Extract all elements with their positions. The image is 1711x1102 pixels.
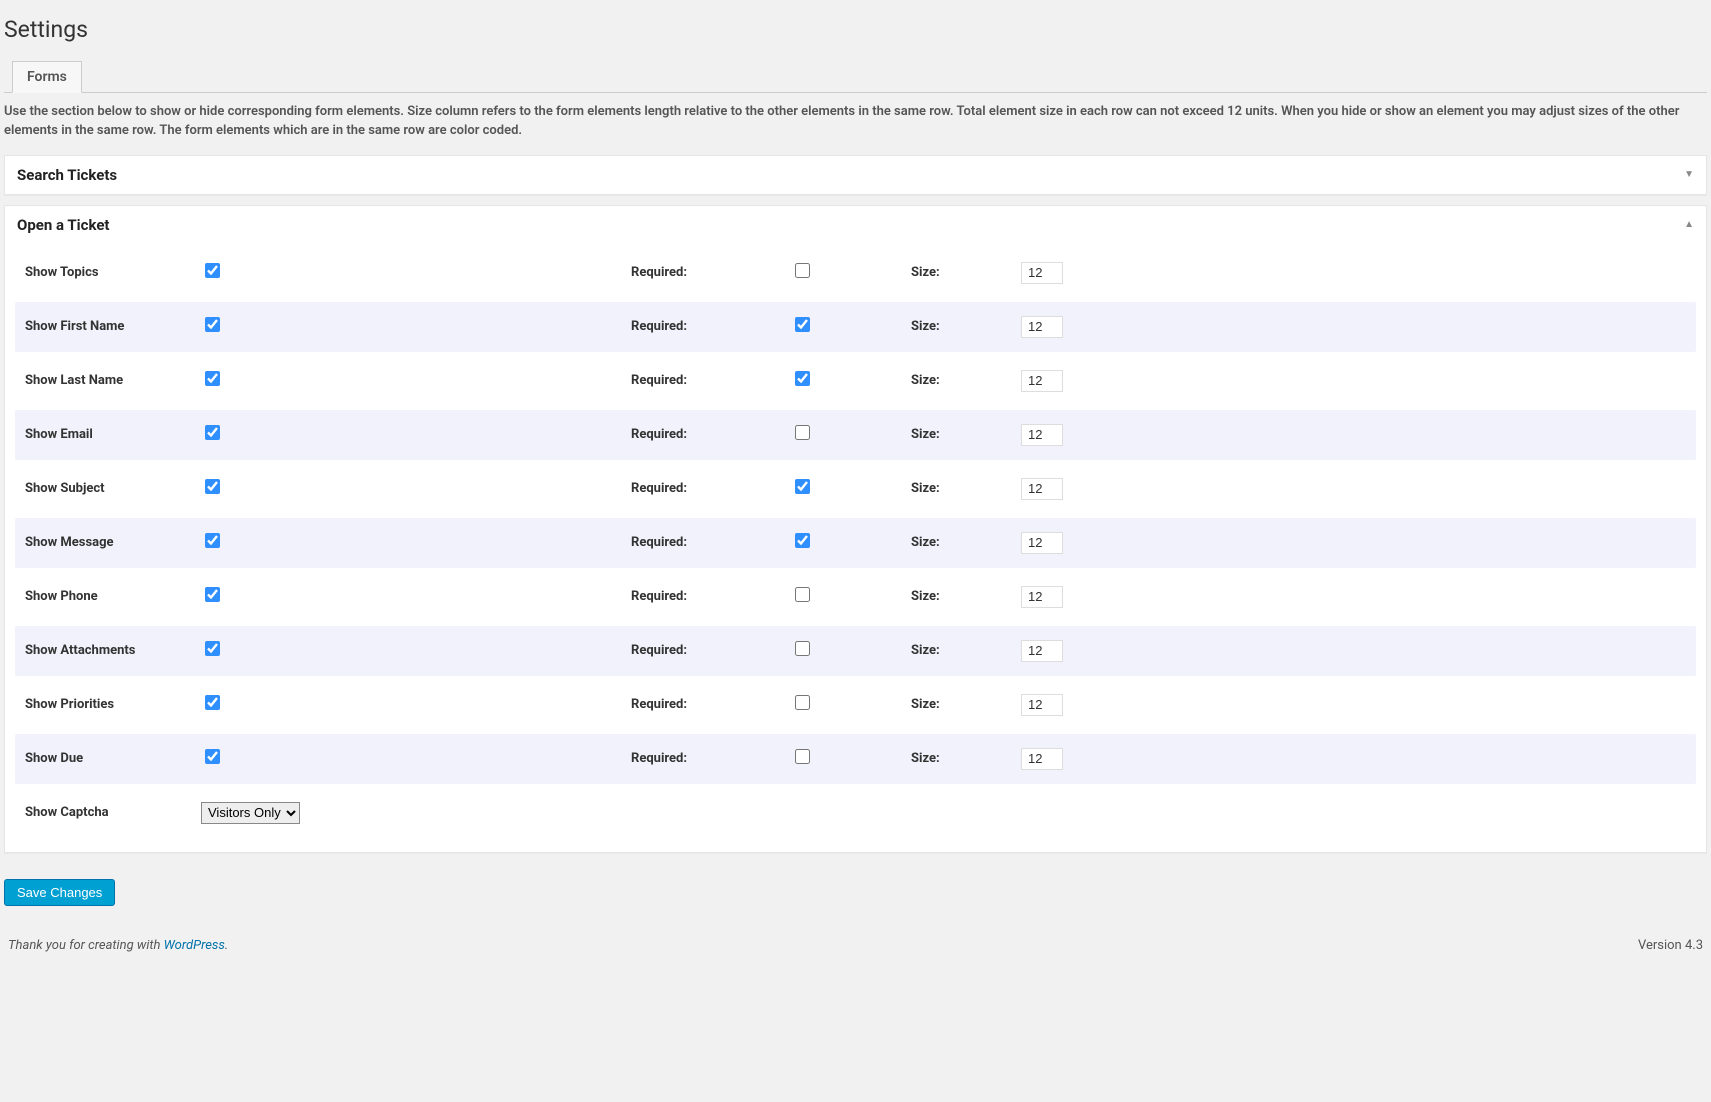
field-label-captcha: Show Captcha <box>21 805 201 820</box>
section-search-tickets-toggle[interactable]: Search Tickets ▼ <box>5 156 1706 194</box>
size-label: Size: <box>911 589 1021 604</box>
footer-version: Version 4.3 <box>1638 938 1703 953</box>
required-checkbox-email[interactable] <box>795 425 810 440</box>
size-input-attachments[interactable] <box>1021 640 1063 662</box>
size-input-topics[interactable] <box>1021 262 1063 284</box>
show-checkbox-phone[interactable] <box>205 587 220 602</box>
field-label-first-name: Show First Name <box>21 319 201 334</box>
required-checkbox-last-name[interactable] <box>795 371 810 386</box>
show-checkbox-first-name[interactable] <box>205 317 220 332</box>
form-row-priorities: Show Priorities Required: Size: <box>15 680 1696 730</box>
footer-thanks-suffix: . <box>225 938 228 953</box>
field-label-subject: Show Subject <box>21 481 201 496</box>
required-checkbox-message[interactable] <box>795 533 810 548</box>
show-checkbox-attachments[interactable] <box>205 641 220 656</box>
chevron-up-icon: ▲ <box>1672 219 1706 230</box>
section-open-ticket-toggle[interactable]: Open a Ticket ▲ <box>5 206 1706 244</box>
required-label: Required: <box>631 697 791 712</box>
required-label: Required: <box>631 373 791 388</box>
section-open-ticket-title: Open a Ticket <box>5 206 122 244</box>
size-label: Size: <box>911 535 1021 550</box>
required-label: Required: <box>631 589 791 604</box>
required-checkbox-first-name[interactable] <box>795 317 810 332</box>
form-row-phone: Show Phone Required: Size: <box>15 572 1696 622</box>
field-label-message: Show Message <box>21 535 201 550</box>
save-button[interactable]: Save Changes <box>4 879 115 906</box>
footer-thanks-prefix: Thank you for creating with <box>8 938 164 953</box>
admin-footer: Thank you for creating with WordPress. V… <box>4 916 1707 965</box>
form-row-email: Show Email Required: Size: <box>15 410 1696 460</box>
chevron-down-icon: ▼ <box>1672 169 1706 180</box>
section-search-tickets: Search Tickets ▼ <box>4 155 1707 195</box>
form-row-captcha: Show CaptchaVisitors Only <box>15 788 1696 838</box>
field-label-topics: Show Topics <box>21 265 201 280</box>
size-label: Size: <box>911 373 1021 388</box>
show-checkbox-topics[interactable] <box>205 263 220 278</box>
tab-description: Use the section below to show or hide co… <box>4 103 1707 141</box>
required-label: Required: <box>631 751 791 766</box>
field-label-due: Show Due <box>21 751 201 766</box>
size-input-priorities[interactable] <box>1021 694 1063 716</box>
size-label: Size: <box>911 265 1021 280</box>
form-row-topics: Show Topics Required: Size: <box>15 248 1696 298</box>
size-input-due[interactable] <box>1021 748 1063 770</box>
show-checkbox-priorities[interactable] <box>205 695 220 710</box>
form-row-due: Show Due Required: Size: <box>15 734 1696 784</box>
field-label-phone: Show Phone <box>21 589 201 604</box>
required-checkbox-due[interactable] <box>795 749 810 764</box>
required-checkbox-attachments[interactable] <box>795 641 810 656</box>
field-label-priorities: Show Priorities <box>21 697 201 712</box>
size-label: Size: <box>911 751 1021 766</box>
size-label: Size: <box>911 481 1021 496</box>
required-checkbox-topics[interactable] <box>795 263 810 278</box>
form-row-first-name: Show First Name Required: Size: <box>15 302 1696 352</box>
required-label: Required: <box>631 265 791 280</box>
show-checkbox-subject[interactable] <box>205 479 220 494</box>
tab-forms[interactable]: Forms <box>12 61 82 93</box>
size-label: Size: <box>911 643 1021 658</box>
field-label-email: Show Email <box>21 427 201 442</box>
form-row-message: Show Message Required: Size: <box>15 518 1696 568</box>
size-input-first-name[interactable] <box>1021 316 1063 338</box>
required-label: Required: <box>631 643 791 658</box>
required-label: Required: <box>631 481 791 496</box>
required-checkbox-subject[interactable] <box>795 479 810 494</box>
size-input-subject[interactable] <box>1021 478 1063 500</box>
show-checkbox-email[interactable] <box>205 425 220 440</box>
required-label: Required: <box>631 535 791 550</box>
size-input-message[interactable] <box>1021 532 1063 554</box>
required-label: Required: <box>631 427 791 442</box>
required-checkbox-phone[interactable] <box>795 587 810 602</box>
tab-bar: Forms <box>4 61 1707 93</box>
size-input-last-name[interactable] <box>1021 370 1063 392</box>
form-row-subject: Show Subject Required: Size: <box>15 464 1696 514</box>
show-checkbox-message[interactable] <box>205 533 220 548</box>
required-label: Required: <box>631 319 791 334</box>
size-label: Size: <box>911 319 1021 334</box>
section-search-tickets-title: Search Tickets <box>5 156 129 194</box>
page-title: Settings <box>4 8 1707 47</box>
field-label-last-name: Show Last Name <box>21 373 201 388</box>
size-label: Size: <box>911 697 1021 712</box>
field-label-attachments: Show Attachments <box>21 643 201 658</box>
footer-wordpress-link[interactable]: WordPress <box>164 938 225 953</box>
size-input-email[interactable] <box>1021 424 1063 446</box>
form-row-last-name: Show Last Name Required: Size: <box>15 356 1696 406</box>
size-label: Size: <box>911 427 1021 442</box>
form-row-attachments: Show Attachments Required: Size: <box>15 626 1696 676</box>
size-input-phone[interactable] <box>1021 586 1063 608</box>
captcha-select[interactable]: Visitors Only <box>201 802 300 824</box>
show-checkbox-due[interactable] <box>205 749 220 764</box>
required-checkbox-priorities[interactable] <box>795 695 810 710</box>
show-checkbox-last-name[interactable] <box>205 371 220 386</box>
section-open-ticket: Open a Ticket ▲ Show Topics Required: Size… <box>4 205 1707 853</box>
